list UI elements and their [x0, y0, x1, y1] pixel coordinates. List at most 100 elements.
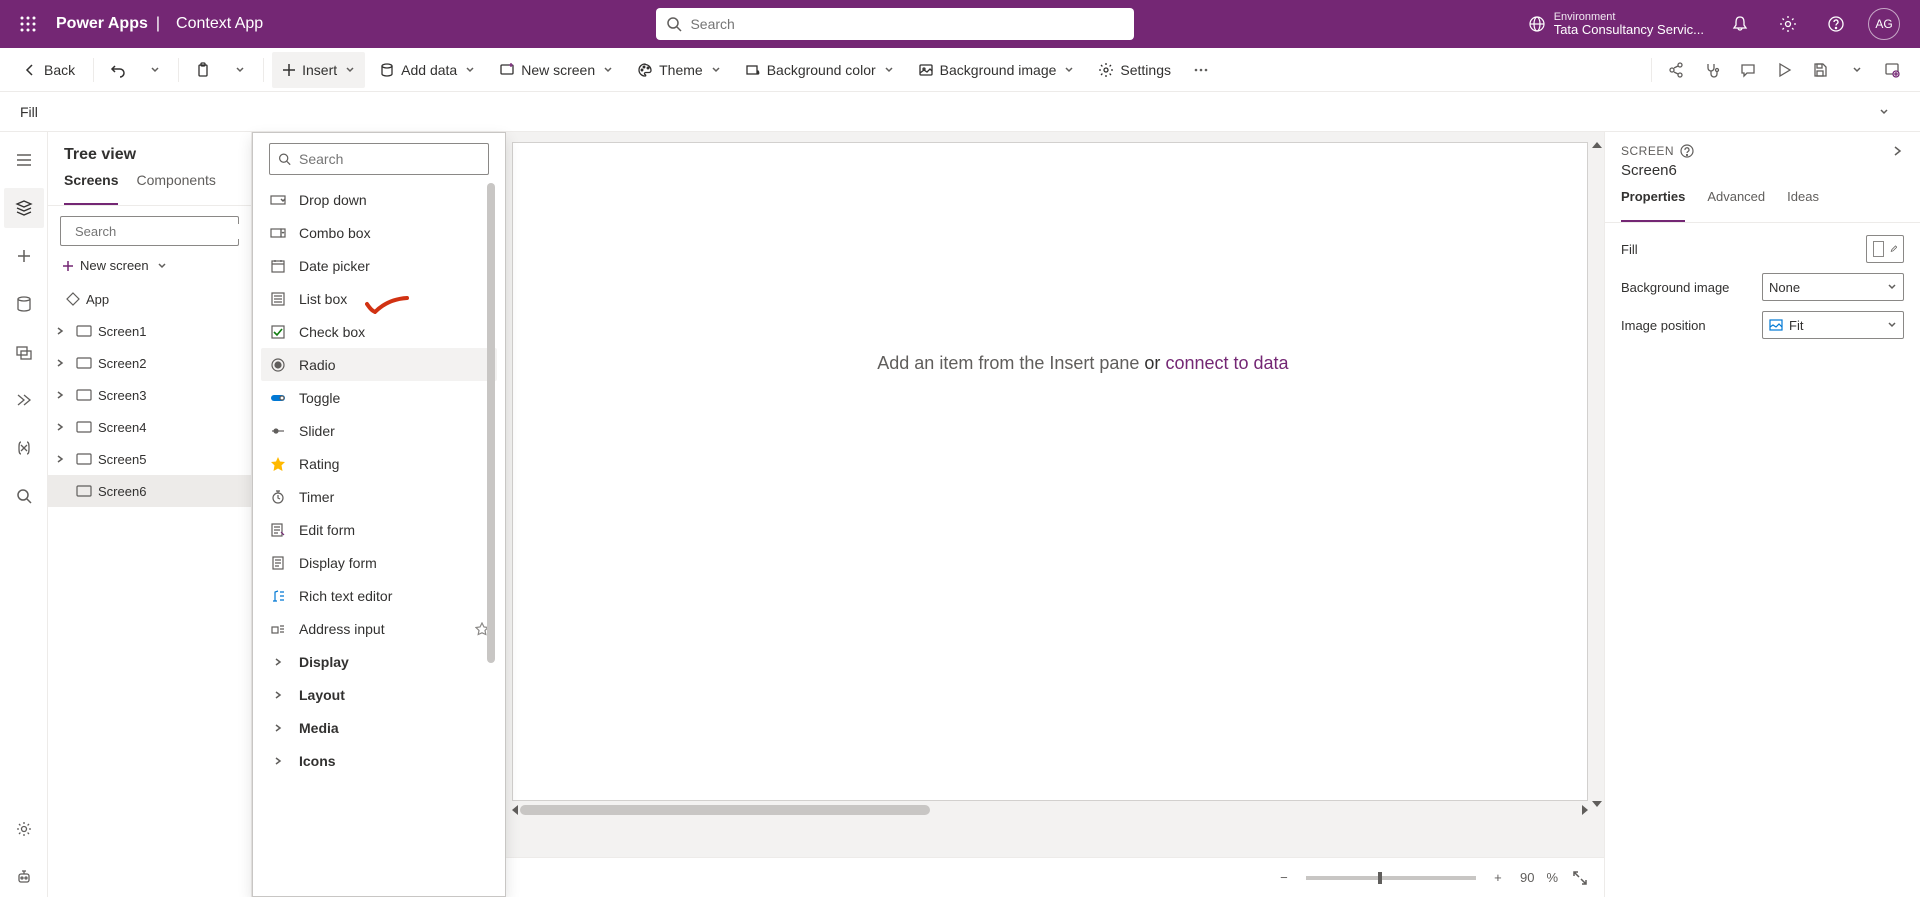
rail-tree-view[interactable]: [4, 188, 44, 228]
app-checker-button[interactable]: [1696, 52, 1728, 88]
insert-item-edit-form[interactable]: Edit form: [261, 513, 497, 546]
insert-item-date-picker[interactable]: Date picker: [261, 249, 497, 282]
rail-hamburger[interactable]: [4, 140, 44, 180]
prop-fill-value[interactable]: [1866, 235, 1904, 263]
brand-label[interactable]: Power Apps: [56, 15, 148, 33]
rail-media[interactable]: [4, 332, 44, 372]
formula-expand[interactable]: [1868, 96, 1900, 128]
paste-button[interactable]: [187, 52, 219, 88]
rail-insert[interactable]: [4, 236, 44, 276]
insert-category-display[interactable]: Display: [261, 645, 497, 678]
insert-search[interactable]: [269, 143, 489, 175]
insert-item-rating[interactable]: Rating: [261, 447, 497, 480]
tab-screens[interactable]: Screens: [64, 172, 118, 205]
canvas-horizontal-scrollbar[interactable]: [512, 803, 1588, 817]
save-button[interactable]: [1804, 52, 1836, 88]
tree-search[interactable]: [60, 216, 239, 246]
tree-node-screen6[interactable]: Screen6: [48, 475, 251, 507]
insert-item-label: Check box: [299, 324, 365, 340]
tree-node-app[interactable]: App: [48, 283, 251, 315]
insert-item-address-input[interactable]: Address input: [261, 612, 497, 645]
tab-components[interactable]: Components: [136, 172, 215, 205]
tab-advanced[interactable]: Advanced: [1707, 189, 1765, 222]
expander-icon[interactable]: [56, 359, 70, 367]
settings-gear-icon[interactable]: [1772, 8, 1804, 40]
canvas-vertical-scrollbar[interactable]: [1590, 142, 1604, 807]
info-icon[interactable]: [1680, 144, 1694, 158]
insert-item-list-box[interactable]: List box: [261, 282, 497, 315]
insert-search-input[interactable]: [299, 151, 480, 167]
connect-to-data-link[interactable]: connect to data: [1165, 353, 1288, 373]
settings-button[interactable]: Settings: [1088, 52, 1181, 88]
comments-button[interactable]: [1732, 52, 1764, 88]
insert-item-combo-box[interactable]: Combo box: [261, 216, 497, 249]
environment-picker[interactable]: Environment Tata Consultancy Servic...: [1528, 11, 1704, 37]
insert-category-layout[interactable]: Layout: [261, 678, 497, 711]
rail-variables[interactable]: [4, 428, 44, 468]
artboard[interactable]: Add an item from the Insert pane or conn…: [512, 142, 1588, 801]
zoom-out-button[interactable]: −: [1274, 868, 1294, 888]
edit-color-icon: [1890, 243, 1897, 255]
expander-icon[interactable]: [56, 391, 70, 399]
tree-new-screen[interactable]: New screen: [48, 252, 251, 279]
expander-icon[interactable]: [56, 327, 70, 335]
help-icon[interactable]: [1820, 8, 1852, 40]
insert-item-check-box[interactable]: Check box: [261, 315, 497, 348]
rail-virtual-agent[interactable]: [4, 857, 44, 897]
tab-properties[interactable]: Properties: [1621, 189, 1685, 222]
share-button[interactable]: [1660, 52, 1692, 88]
insert-item-slider[interactable]: Slider: [261, 414, 497, 447]
undo-dropdown[interactable]: [138, 52, 170, 88]
expander-icon[interactable]: [56, 455, 70, 463]
back-button[interactable]: Back: [12, 52, 85, 88]
screen-icon: [76, 357, 92, 369]
user-avatar[interactable]: AG: [1868, 8, 1900, 40]
prop-image-position-value[interactable]: Fit: [1762, 311, 1904, 339]
background-color-button[interactable]: Background color: [735, 52, 904, 88]
theme-button[interactable]: Theme: [627, 52, 731, 88]
tab-ideas[interactable]: Ideas: [1787, 189, 1819, 222]
app-label: App: [86, 292, 109, 307]
rail-data[interactable]: [4, 284, 44, 324]
tree-node-screen2[interactable]: Screen2: [48, 347, 251, 379]
overflow-button[interactable]: [1185, 52, 1217, 88]
insert-item-rich-text-editor[interactable]: Rich text editor: [261, 579, 497, 612]
insert-list-scrollbar[interactable]: [487, 183, 495, 888]
tree-search-input[interactable]: [75, 224, 251, 239]
notifications-icon[interactable]: [1724, 8, 1756, 40]
expander-icon[interactable]: [56, 423, 70, 431]
paste-dropdown[interactable]: [223, 52, 255, 88]
preview-button[interactable]: [1768, 52, 1800, 88]
prop-bg-image-value[interactable]: None: [1762, 273, 1904, 301]
add-data-button[interactable]: Add data: [369, 52, 485, 88]
undo-button[interactable]: [102, 52, 134, 88]
listbox-icon: [269, 291, 287, 307]
app-launcher-icon[interactable]: [8, 4, 48, 44]
background-image-button[interactable]: Background image: [908, 52, 1085, 88]
insert-category-media[interactable]: Media: [261, 711, 497, 744]
insert-item-toggle[interactable]: Toggle: [261, 381, 497, 414]
zoom-slider[interactable]: [1306, 876, 1476, 880]
global-search-input[interactable]: [690, 16, 1124, 32]
publish-button[interactable]: [1876, 52, 1908, 88]
new-screen-button[interactable]: New screen: [489, 52, 623, 88]
rail-search[interactable]: [4, 476, 44, 516]
zoom-in-button[interactable]: +: [1488, 868, 1508, 888]
insert-item-display-form[interactable]: Display form: [261, 546, 497, 579]
collapse-panel-button[interactable]: [1890, 144, 1904, 158]
insert-item-radio[interactable]: Radio: [261, 348, 497, 381]
insert-category-icons[interactable]: Icons: [261, 744, 497, 777]
save-dropdown[interactable]: [1840, 52, 1872, 88]
tree-node-screen5[interactable]: Screen5: [48, 443, 251, 475]
tree-node-screen1[interactable]: Screen1: [48, 315, 251, 347]
property-selector[interactable]: Fill: [20, 97, 240, 127]
insert-item-timer[interactable]: Timer: [261, 480, 497, 513]
insert-button[interactable]: Insert: [272, 52, 365, 88]
tree-node-screen4[interactable]: Screen4: [48, 411, 251, 443]
tree-node-screen3[interactable]: Screen3: [48, 379, 251, 411]
global-search[interactable]: [656, 8, 1134, 40]
fit-to-screen-button[interactable]: [1570, 868, 1590, 888]
rail-power-automate[interactable]: [4, 380, 44, 420]
rail-settings[interactable]: [4, 809, 44, 849]
insert-item-drop-down[interactable]: Drop down: [261, 183, 497, 216]
